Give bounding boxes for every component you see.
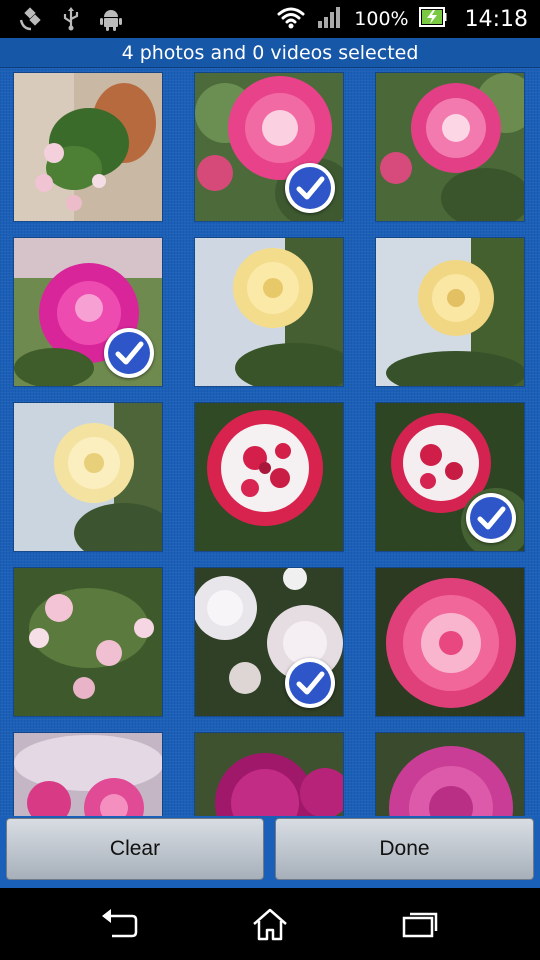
photo-thumbnail[interactable]: [13, 402, 163, 552]
selected-check-icon: [104, 328, 154, 378]
battery-charging-icon: [418, 6, 447, 32]
photo-thumbnail[interactable]: [13, 567, 163, 717]
photo-thumbnail[interactable]: [375, 237, 525, 387]
photo-picker: 4 photos and 0 videos selected Clear Don…: [0, 38, 540, 888]
usb-icon: [58, 6, 84, 32]
wifi-icon: [276, 5, 306, 33]
photo-thumbnail[interactable]: [375, 567, 525, 717]
photo-thumbnail[interactable]: [194, 567, 344, 717]
photo-thumbnail[interactable]: [13, 72, 163, 222]
photo-thumbnail[interactable]: [375, 402, 525, 552]
button-bar: Clear Done: [0, 816, 540, 888]
photo-grid[interactable]: [0, 68, 540, 816]
photo-thumbnail[interactable]: [375, 732, 525, 816]
selected-check-icon: [285, 658, 335, 708]
photo-thumbnail[interactable]: [194, 72, 344, 222]
photo-thumbnail[interactable]: [13, 732, 163, 816]
signal-icon: [316, 5, 344, 33]
satellite-icon: [18, 6, 44, 32]
clock: 14:18: [464, 6, 528, 32]
photo-thumbnail[interactable]: [194, 732, 344, 816]
clear-button[interactable]: Clear: [6, 818, 264, 880]
done-button[interactable]: Done: [275, 818, 534, 880]
android-debug-icon: [98, 6, 124, 32]
home-icon[interactable]: [248, 904, 292, 944]
status-bar: 100% 14:18: [0, 0, 540, 38]
selected-check-icon: [285, 163, 335, 213]
battery-percent: 100%: [354, 8, 409, 30]
back-icon[interactable]: [98, 904, 142, 944]
photo-thumbnail[interactable]: [13, 237, 163, 387]
photo-thumbnail[interactable]: [194, 402, 344, 552]
photo-thumbnail[interactable]: [375, 72, 525, 222]
selected-check-icon: [466, 493, 516, 543]
photo-thumbnail[interactable]: [194, 237, 344, 387]
navigation-bar: [0, 888, 540, 960]
recent-apps-icon[interactable]: [398, 904, 442, 944]
selection-header: 4 photos and 0 videos selected: [0, 38, 540, 68]
